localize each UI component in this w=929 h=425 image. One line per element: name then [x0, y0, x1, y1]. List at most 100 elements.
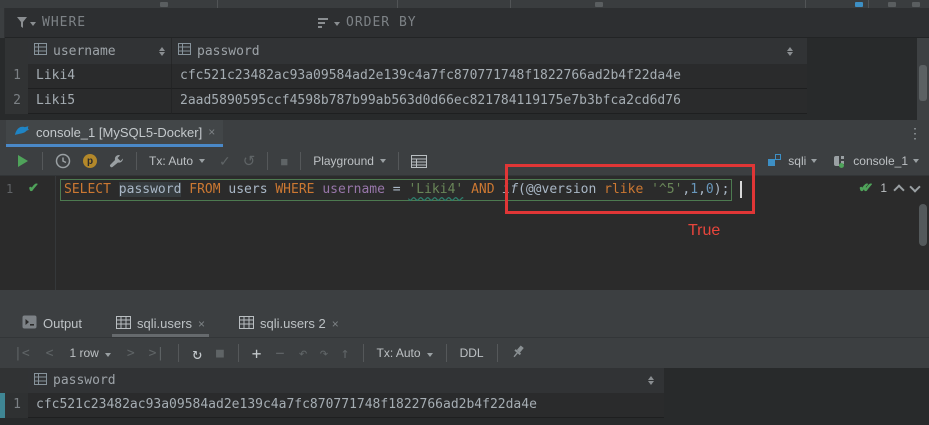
- submit-icon[interactable]: ↑: [341, 344, 350, 362]
- settings-wrench-icon[interactable]: [109, 150, 124, 172]
- add-row-icon[interactable]: +: [252, 344, 262, 363]
- sql-token: WHERE: [275, 182, 314, 197]
- grid-corner: [0, 368, 28, 393]
- tab-output[interactable]: Output: [12, 310, 92, 337]
- scrollbar-thumb[interactable]: [919, 65, 927, 101]
- sort-indicator-icon[interactable]: [787, 47, 793, 56]
- stop-icon[interactable]: ■: [216, 346, 224, 361]
- grid-corner: [5, 38, 28, 64]
- sort-indicator-icon[interactable]: [159, 47, 165, 56]
- close-icon[interactable]: ×: [198, 317, 205, 331]
- results-grid: username password 1 Liki4 cfc521c23482ac…: [0, 38, 929, 120]
- tab-title: console_1 [MySQL5-Docker]: [36, 125, 202, 140]
- filter-funnel-chevron-icon[interactable]: [30, 22, 36, 26]
- last-page-icon[interactable]: >|: [149, 346, 165, 361]
- tab-label: sqli.users: [137, 316, 192, 331]
- next-page-icon[interactable]: >: [127, 346, 135, 361]
- order-by-filter-input[interactable]: ORDER BY: [346, 15, 417, 30]
- sql-token: AND: [471, 182, 494, 197]
- sql-token: 'Liki4': [408, 182, 463, 197]
- inspections-ok-icon: ✔✔: [859, 180, 867, 196]
- sql-token: username: [322, 182, 385, 197]
- next-problem-icon[interactable]: [909, 181, 920, 192]
- line-number: 1: [6, 182, 13, 196]
- output-console-icon: [22, 315, 37, 332]
- prev-problem-icon[interactable]: [893, 184, 904, 195]
- cutoff-icon: [855, 2, 863, 7]
- first-page-icon[interactable]: |<: [14, 346, 30, 361]
- inspection-widget[interactable]: ✔✔ 1: [859, 180, 919, 196]
- cell-username[interactable]: Liki4: [28, 64, 172, 89]
- playground-dropdown[interactable]: Playground: [313, 150, 386, 172]
- rollback-icon[interactable]: ↺: [243, 150, 256, 172]
- stop-icon[interactable]: ■: [280, 150, 288, 172]
- column-header-username[interactable]: username: [28, 38, 172, 64]
- execute-in-grid-icon[interactable]: [411, 150, 427, 172]
- history-icon[interactable]: [55, 150, 71, 172]
- sql-token: password: [119, 182, 182, 197]
- page-size-dropdown[interactable]: 1 row: [69, 346, 110, 360]
- filter-funnel-icon[interactable]: [16, 16, 30, 32]
- run-button[interactable]: [18, 150, 28, 172]
- revert-icon[interactable]: ↶: [298, 344, 307, 362]
- sql-editor[interactable]: 1 ✔ SELECT password FROM users WHERE use…: [0, 176, 929, 290]
- tx-mode-dropdown[interactable]: Tx: Auto: [149, 150, 205, 172]
- cell-username[interactable]: Liki5: [28, 89, 172, 114]
- redo-icon[interactable]: ↷: [319, 344, 328, 362]
- console-tabbar: console_1 [MySQL5-Docker] × ⋮: [0, 120, 929, 147]
- prev-page-icon[interactable]: <: [46, 346, 54, 361]
- cell-password[interactable]: 2aad5890595ccf4598b787b99ab563d0d66ec821…: [172, 89, 807, 114]
- tx-mode-dropdown[interactable]: Tx: Auto: [377, 346, 433, 360]
- delete-row-icon[interactable]: −: [275, 344, 284, 362]
- grid-toolbar: |< < 1 row > >| ↻ ■ + − ↶ ↷ ↑ Tx: Auto D…: [0, 337, 929, 368]
- order-by-lines-icon[interactable]: [318, 17, 332, 32]
- tab-console-1[interactable]: console_1 [MySQL5-Docker] ×: [6, 120, 223, 147]
- close-icon[interactable]: ×: [208, 125, 215, 139]
- schema-selector[interactable]: sqli: [768, 150, 817, 172]
- top-toolbar-strip: [0, 0, 929, 8]
- splitter[interactable]: [0, 290, 929, 310]
- column-icon: [178, 43, 191, 59]
- tab-label: Output: [43, 316, 82, 331]
- annotation-true-label: True: [688, 222, 720, 240]
- column-icon: [34, 373, 47, 389]
- vertical-scrollbar[interactable]: [917, 38, 929, 120]
- sql-token: [111, 182, 119, 197]
- close-icon[interactable]: ×: [332, 317, 339, 331]
- column-icon: [34, 43, 47, 59]
- reload-icon[interactable]: ↻: [192, 344, 202, 363]
- kebab-menu-icon[interactable]: ⋮: [908, 125, 922, 142]
- order-by-chevron-icon[interactable]: [334, 22, 340, 26]
- row-number: 1: [5, 393, 28, 418]
- sql-token: users: [228, 182, 267, 197]
- table-grid-icon: [116, 316, 131, 332]
- parameters-icon[interactable]: p: [83, 150, 97, 172]
- column-header-password[interactable]: password: [172, 38, 807, 64]
- tab-sqli-users-2[interactable]: sqli.users 2 ×: [229, 310, 349, 337]
- column-header-password[interactable]: password: [28, 368, 664, 393]
- sql-token: =: [385, 182, 408, 197]
- tab-sqli-users[interactable]: sqli.users ×: [106, 310, 215, 337]
- sql-token: SELECT: [64, 182, 111, 197]
- commit-icon[interactable]: ✓: [219, 150, 231, 172]
- session-icon: [833, 154, 848, 168]
- statement-success-check-icon[interactable]: ✔: [28, 180, 39, 196]
- where-filter-input[interactable]: WHERE: [42, 15, 86, 30]
- filter-row: WHERE ORDER BY: [0, 8, 929, 38]
- bottom-result-grid: password 1 cfc521c23482ac93a09584ad2e139…: [0, 368, 929, 425]
- ddl-button[interactable]: DDL: [460, 346, 484, 360]
- table-grid-icon: [239, 316, 254, 332]
- sort-indicator-icon[interactable]: [648, 376, 654, 385]
- cutoff-chevron: [888, 2, 896, 7]
- selection-marker: [0, 393, 5, 418]
- cell-password[interactable]: cfc521c23482ac93a09584ad2e139c4a7fc87077…: [28, 393, 664, 418]
- pin-icon[interactable]: [511, 344, 526, 362]
- schema-icon: [768, 154, 782, 168]
- editor-scrollbar-thumb[interactable]: [919, 204, 927, 246]
- session-selector[interactable]: console_1: [833, 150, 919, 172]
- cutoff-icon: [595, 2, 603, 7]
- cell-password[interactable]: cfc521c23482ac93a09584ad2e139c4a7fc87077…: [172, 64, 807, 89]
- mysql-dolphin-icon: [14, 124, 30, 141]
- sql-token: FROM: [189, 182, 220, 197]
- annotation-red-box: [505, 164, 755, 214]
